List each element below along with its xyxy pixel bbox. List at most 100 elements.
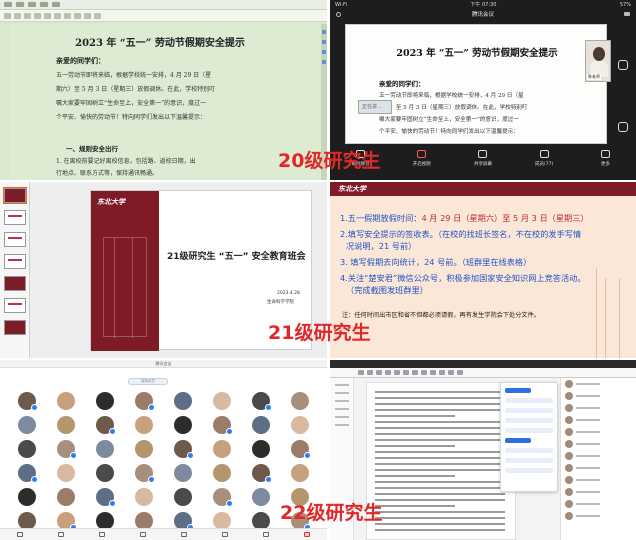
doc-text-line bbox=[375, 403, 505, 405]
participant-tile[interactable] bbox=[164, 392, 202, 418]
chat-popup[interactable] bbox=[500, 382, 558, 492]
participant-name-placeholder bbox=[576, 467, 600, 469]
participant-tile[interactable] bbox=[86, 488, 124, 514]
participant-tile[interactable] bbox=[242, 440, 280, 466]
building-graphic bbox=[103, 237, 147, 338]
participant-tile[interactable] bbox=[125, 416, 163, 442]
doc-line: 1. 在离校前要记好离校信息，包括路、返校日期，出 bbox=[56, 158, 196, 165]
menu-bar bbox=[0, 0, 327, 10]
participant-tile[interactable] bbox=[47, 464, 85, 490]
participant-tile[interactable] bbox=[203, 488, 241, 514]
participant-row[interactable] bbox=[561, 438, 636, 450]
participant-tile[interactable] bbox=[203, 416, 241, 442]
participant-tile[interactable] bbox=[242, 392, 280, 418]
avatar bbox=[135, 464, 155, 483]
slide-thumb[interactable] bbox=[3, 187, 27, 204]
participant-tile[interactable] bbox=[125, 464, 163, 490]
doc-title: 2023 年 “五一” 劳动节假期安全提示 bbox=[396, 48, 558, 59]
slide-thumb[interactable] bbox=[4, 210, 26, 225]
participant-tile[interactable] bbox=[47, 440, 85, 466]
doc-text-line bbox=[375, 415, 455, 417]
participant-tile[interactable] bbox=[125, 440, 163, 466]
slide-thumb[interactable] bbox=[4, 298, 26, 313]
doc-line: 五一劳动节即将来临，根据学校统一安排，4 月 29 日（星 bbox=[56, 72, 212, 79]
participant-row[interactable] bbox=[561, 426, 636, 438]
mic-icon[interactable] bbox=[17, 532, 24, 537]
participant-tile[interactable] bbox=[86, 392, 124, 418]
participant-tile[interactable] bbox=[203, 464, 241, 490]
more-icon bbox=[600, 150, 610, 158]
participant-tile[interactable] bbox=[8, 416, 46, 442]
people-icon[interactable] bbox=[140, 532, 147, 537]
avatar bbox=[213, 440, 231, 458]
side-camera-icon[interactable] bbox=[618, 122, 628, 132]
video-button[interactable]: 开启视频 bbox=[407, 150, 437, 167]
participant-row[interactable] bbox=[561, 378, 636, 390]
participant-tile[interactable] bbox=[281, 392, 319, 418]
participant-tile[interactable] bbox=[281, 440, 319, 466]
participant-tile[interactable] bbox=[164, 440, 202, 466]
video-icon[interactable] bbox=[58, 532, 65, 537]
participant-row[interactable] bbox=[561, 390, 636, 402]
participant-tile[interactable] bbox=[242, 488, 280, 514]
settings-icon[interactable] bbox=[262, 532, 269, 537]
participant-tile[interactable] bbox=[8, 488, 46, 514]
participant-tile[interactable] bbox=[86, 440, 124, 466]
participant-name-placeholder bbox=[576, 479, 600, 481]
participant-name-placeholder bbox=[576, 419, 600, 421]
participant-row[interactable] bbox=[561, 450, 636, 462]
participant-row[interactable] bbox=[561, 462, 636, 474]
participant-tile[interactable] bbox=[281, 416, 319, 442]
avatar bbox=[291, 464, 309, 482]
participant-row[interactable] bbox=[561, 510, 636, 522]
participant-tile[interactable] bbox=[47, 488, 85, 514]
slide-thumb[interactable] bbox=[4, 320, 26, 335]
participant-tile[interactable] bbox=[203, 392, 241, 418]
participant-tile[interactable] bbox=[164, 464, 202, 490]
participant-tile[interactable] bbox=[125, 392, 163, 418]
speaker-thumbnail[interactable]: 正在讲... bbox=[358, 100, 392, 114]
participant-tile[interactable] bbox=[47, 416, 85, 442]
side-toggle-icon[interactable] bbox=[618, 60, 628, 70]
member-search-input[interactable]: 搜索成员 bbox=[128, 378, 168, 385]
participant-row[interactable] bbox=[561, 498, 636, 510]
participant-tile[interactable] bbox=[281, 464, 319, 490]
slide-thumb[interactable] bbox=[4, 232, 26, 247]
participant-tile[interactable] bbox=[203, 440, 241, 466]
participant-row[interactable] bbox=[561, 402, 636, 414]
toolbar[interactable] bbox=[0, 10, 327, 22]
participant-tile[interactable] bbox=[8, 440, 46, 466]
participant-tile[interactable] bbox=[242, 464, 280, 490]
participant-tile[interactable] bbox=[125, 488, 163, 514]
participants-button[interactable]: 成员(77) bbox=[529, 150, 559, 167]
share-icon[interactable] bbox=[99, 532, 106, 537]
participant-tile[interactable] bbox=[164, 488, 202, 514]
share-icon bbox=[478, 150, 488, 158]
slide-thumb[interactable] bbox=[4, 276, 26, 291]
participant-row[interactable] bbox=[561, 414, 636, 426]
participant-tile[interactable] bbox=[8, 392, 46, 418]
avatar bbox=[174, 416, 192, 434]
participant-tile[interactable] bbox=[164, 416, 202, 442]
slide-thumb[interactable] bbox=[4, 254, 26, 269]
participant-tile[interactable] bbox=[86, 416, 124, 442]
participant-tile[interactable] bbox=[8, 464, 46, 490]
toolbar[interactable] bbox=[330, 368, 636, 378]
more-button[interactable]: 更多 bbox=[590, 150, 620, 167]
document-page[interactable] bbox=[366, 382, 516, 540]
participant-tile[interactable] bbox=[242, 416, 280, 442]
participant-tile[interactable] bbox=[86, 464, 124, 490]
slide-banner: 东北大学 bbox=[91, 191, 159, 351]
participant-tile[interactable] bbox=[47, 392, 85, 418]
participant-row[interactable] bbox=[561, 474, 636, 486]
exit-icon[interactable] bbox=[624, 12, 630, 16]
info-icon[interactable] bbox=[336, 11, 341, 17]
title-bar bbox=[330, 360, 636, 368]
share-screen-button[interactable]: 共享屏幕 bbox=[468, 150, 498, 167]
participant-row[interactable] bbox=[561, 486, 636, 498]
avatar bbox=[565, 488, 573, 496]
chat-icon[interactable] bbox=[180, 532, 187, 537]
record-icon[interactable] bbox=[221, 532, 228, 537]
leave-icon[interactable] bbox=[303, 532, 310, 537]
camera-video[interactable]: 陈老师 bbox=[585, 40, 611, 82]
